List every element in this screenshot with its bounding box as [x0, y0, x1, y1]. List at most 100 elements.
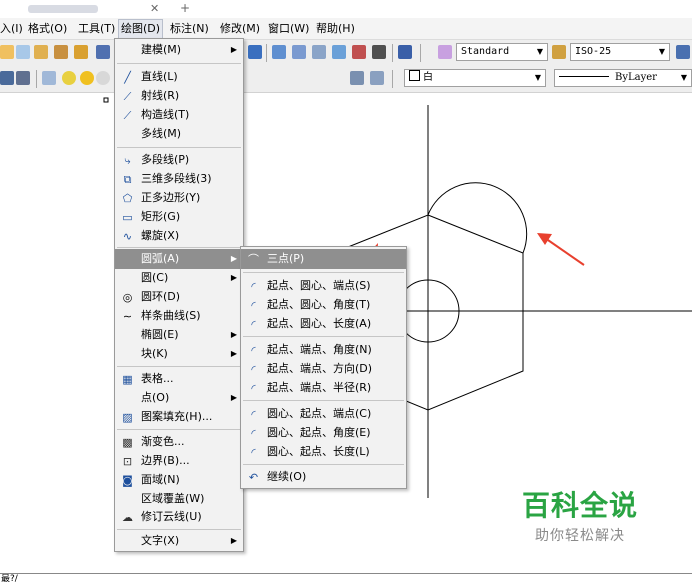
undo-icon[interactable]	[96, 45, 110, 59]
draw-menu-gradient[interactable]: ▩ 渐变色...	[115, 432, 243, 452]
match-prop-icon[interactable]	[54, 45, 68, 59]
draw-menu-ray[interactable]: ⟋ 射线(R)	[115, 86, 243, 106]
close-tab-icon[interactable]: ✕	[150, 2, 159, 15]
menu-item-label: 三点(P)	[267, 252, 305, 265]
design-center-icon[interactable]	[292, 45, 306, 59]
draw-menu-text[interactable]: 文字(X) ▶	[115, 531, 243, 551]
menu-dimension[interactable]: 标注(N)	[168, 21, 211, 37]
submenu-arrow-icon: ▶	[230, 254, 237, 263]
draw-menu-point[interactable]: 点(O) ▶	[115, 388, 243, 408]
draw-menu-mline[interactable]: 多线(M)	[115, 124, 243, 144]
arc-continue[interactable]: ↶ 继续(O)	[241, 467, 406, 487]
menu-item-label: 直线(L)	[141, 70, 178, 83]
help-icon[interactable]	[398, 45, 412, 59]
menu-separator	[117, 147, 241, 148]
text-style-icon[interactable]	[438, 45, 452, 59]
arc-start-center-end[interactable]: ◜ 起点、圆心、端点(S)	[241, 276, 406, 296]
draw-menu-xline[interactable]: ⟋ 构造线(T)	[115, 105, 243, 125]
menu-item-label: 三维多段线(3)	[141, 172, 212, 185]
draw-menu-line[interactable]: ╱ 直线(L)	[115, 67, 243, 87]
menu-item-label: 圆弧(A)	[141, 252, 180, 265]
draw-menu-helix[interactable]: ∿ 螺旋(X)	[115, 226, 243, 246]
menu-insert[interactable]: 入(I)	[0, 21, 25, 37]
arc-sca-icon: ◜	[251, 299, 256, 312]
make-current-layer-icon[interactable]	[350, 71, 364, 85]
markup-icon[interactable]	[352, 45, 366, 59]
helix-icon: ∿	[122, 230, 133, 243]
arc-start-end-radius[interactable]: ◜ 起点、端点、半径(R)	[241, 378, 406, 398]
draw-menu-spline[interactable]: ∼ 样条曲线(S)	[115, 306, 243, 326]
arc-center-start-end[interactable]: ◜ 圆心、起点、端点(C)	[241, 404, 406, 424]
arc-start-end-direction[interactable]: ◜ 起点、端点、方向(D)	[241, 359, 406, 379]
draw-menu-3dpoly[interactable]: ⧉ 三维多段线(3)	[115, 169, 243, 189]
menu-separator	[243, 336, 404, 337]
pan-icon[interactable]	[248, 45, 262, 59]
brush-icon[interactable]	[74, 45, 88, 59]
draw-menu-ellipse[interactable]: 椭圆(E) ▶	[115, 325, 243, 345]
draw-menu-wipeout[interactable]: 区域覆盖(W)	[115, 489, 243, 509]
draw-menu-hatch[interactable]: ▨ 图案填充(H)...	[115, 407, 243, 427]
dim-style-icon[interactable]	[552, 45, 566, 59]
arc-start-center-angle[interactable]: ◜ 起点、圆心、角度(T)	[241, 295, 406, 315]
menu-item-label: 样条曲线(S)	[141, 309, 201, 322]
draw-menu-rectangle[interactable]: ▭ 矩形(G)	[115, 207, 243, 227]
menu-tools[interactable]: 工具(T)	[76, 21, 117, 37]
draw-menu-region[interactable]: ◙ 面域(N)	[115, 470, 243, 490]
sheet-set-icon[interactable]	[332, 45, 346, 59]
menu-item-label: 起点、端点、半径(R)	[267, 381, 372, 394]
new-tab-icon[interactable]: +	[180, 1, 190, 15]
draw-menu-block[interactable]: 块(K) ▶	[115, 344, 243, 364]
submenu-arrow-icon: ▶	[230, 393, 237, 402]
three-point-arc	[427, 182, 528, 254]
color-select[interactable]: 白 ▼	[404, 69, 546, 87]
menu-item-label: 边界(B)...	[141, 454, 190, 467]
draw-menu-boundary[interactable]: ⊡ 边界(B)...	[115, 451, 243, 471]
arc-submenu: ⌒ 三点(P) ◜ 起点、圆心、端点(S) ◜ 起点、圆心、角度(T) ◜ 起点…	[240, 246, 407, 489]
paste-icon[interactable]	[34, 45, 48, 59]
text-style-select[interactable]: Standard ▼	[456, 43, 548, 61]
chevron-down-icon: ▼	[534, 73, 541, 82]
menu-help[interactable]: 帮助(H)	[314, 21, 357, 37]
copy-icon[interactable]	[16, 45, 30, 59]
menu-draw[interactable]: 绘图(D)	[118, 19, 164, 39]
draw-menu-donut[interactable]: ◎ 圆环(D)	[115, 287, 243, 307]
draw-menu-arc[interactable]: 圆弧(A) ▶	[115, 249, 243, 269]
draw-menu-circle[interactable]: 圆(C) ▶	[115, 268, 243, 288]
cut-icon[interactable]	[0, 45, 14, 59]
arc-center-start-length[interactable]: ◜ 圆心、起点、长度(L)	[241, 442, 406, 462]
menu-window[interactable]: 窗口(W)	[266, 21, 311, 37]
linetype-select[interactable]: ByLayer ▼	[554, 69, 692, 87]
chevron-down-icon: ▼	[536, 47, 543, 56]
arc-start-end-angle[interactable]: ◜ 起点、端点、角度(N)	[241, 340, 406, 360]
arc-continue-icon: ↶	[248, 471, 259, 484]
tool-palette-icon[interactable]	[312, 45, 326, 59]
arc-center-start-angle[interactable]: ◜ 圆心、起点、角度(E)	[241, 423, 406, 443]
freeze-icon[interactable]	[96, 71, 110, 85]
spline-icon: ∼	[122, 310, 133, 323]
layer-previous-icon[interactable]	[370, 71, 384, 85]
menu-bar: 入(I) 格式(O) 工具(T) 绘图(D) 标注(N) 修改(M) 窗口(W)…	[0, 18, 692, 40]
properties-icon[interactable]	[272, 45, 286, 59]
layer-manager-icon[interactable]	[0, 71, 14, 85]
menu-item-label: 圆心、起点、角度(E)	[267, 426, 371, 439]
lightbulb-icon[interactable]	[62, 71, 76, 85]
layer-state-icon[interactable]	[16, 71, 30, 85]
menu-item-label: 起点、端点、方向(D)	[267, 362, 373, 375]
menu-separator	[117, 63, 241, 64]
arc-three-point[interactable]: ⌒ 三点(P)	[241, 249, 406, 269]
menu-format[interactable]: 格式(O)	[26, 21, 69, 37]
sun-icon[interactable]	[80, 71, 94, 85]
draw-menu-revcloud[interactable]: ☁ 修订云线(U)	[115, 507, 243, 527]
watermark-title: 百科全说	[521, 489, 638, 522]
draw-menu-modeling[interactable]: 建模(M) ▶	[115, 40, 243, 60]
dim-style-select[interactable]: ISO-25 ▼	[570, 43, 670, 61]
table-style-icon[interactable]	[676, 45, 690, 59]
menu-modify[interactable]: 修改(M)	[218, 21, 262, 37]
arc-csl-icon: ◜	[251, 446, 256, 459]
draw-menu-polyline[interactable]: ⤷ 多段线(P)	[115, 150, 243, 170]
layers-icon[interactable]	[42, 71, 56, 85]
arc-start-center-length[interactable]: ◜ 起点、圆心、长度(A)	[241, 314, 406, 334]
calculator-icon[interactable]	[372, 45, 386, 59]
draw-menu-polygon[interactable]: ⬠ 正多边形(Y)	[115, 188, 243, 208]
draw-menu-table[interactable]: ▦ 表格...	[115, 369, 243, 389]
